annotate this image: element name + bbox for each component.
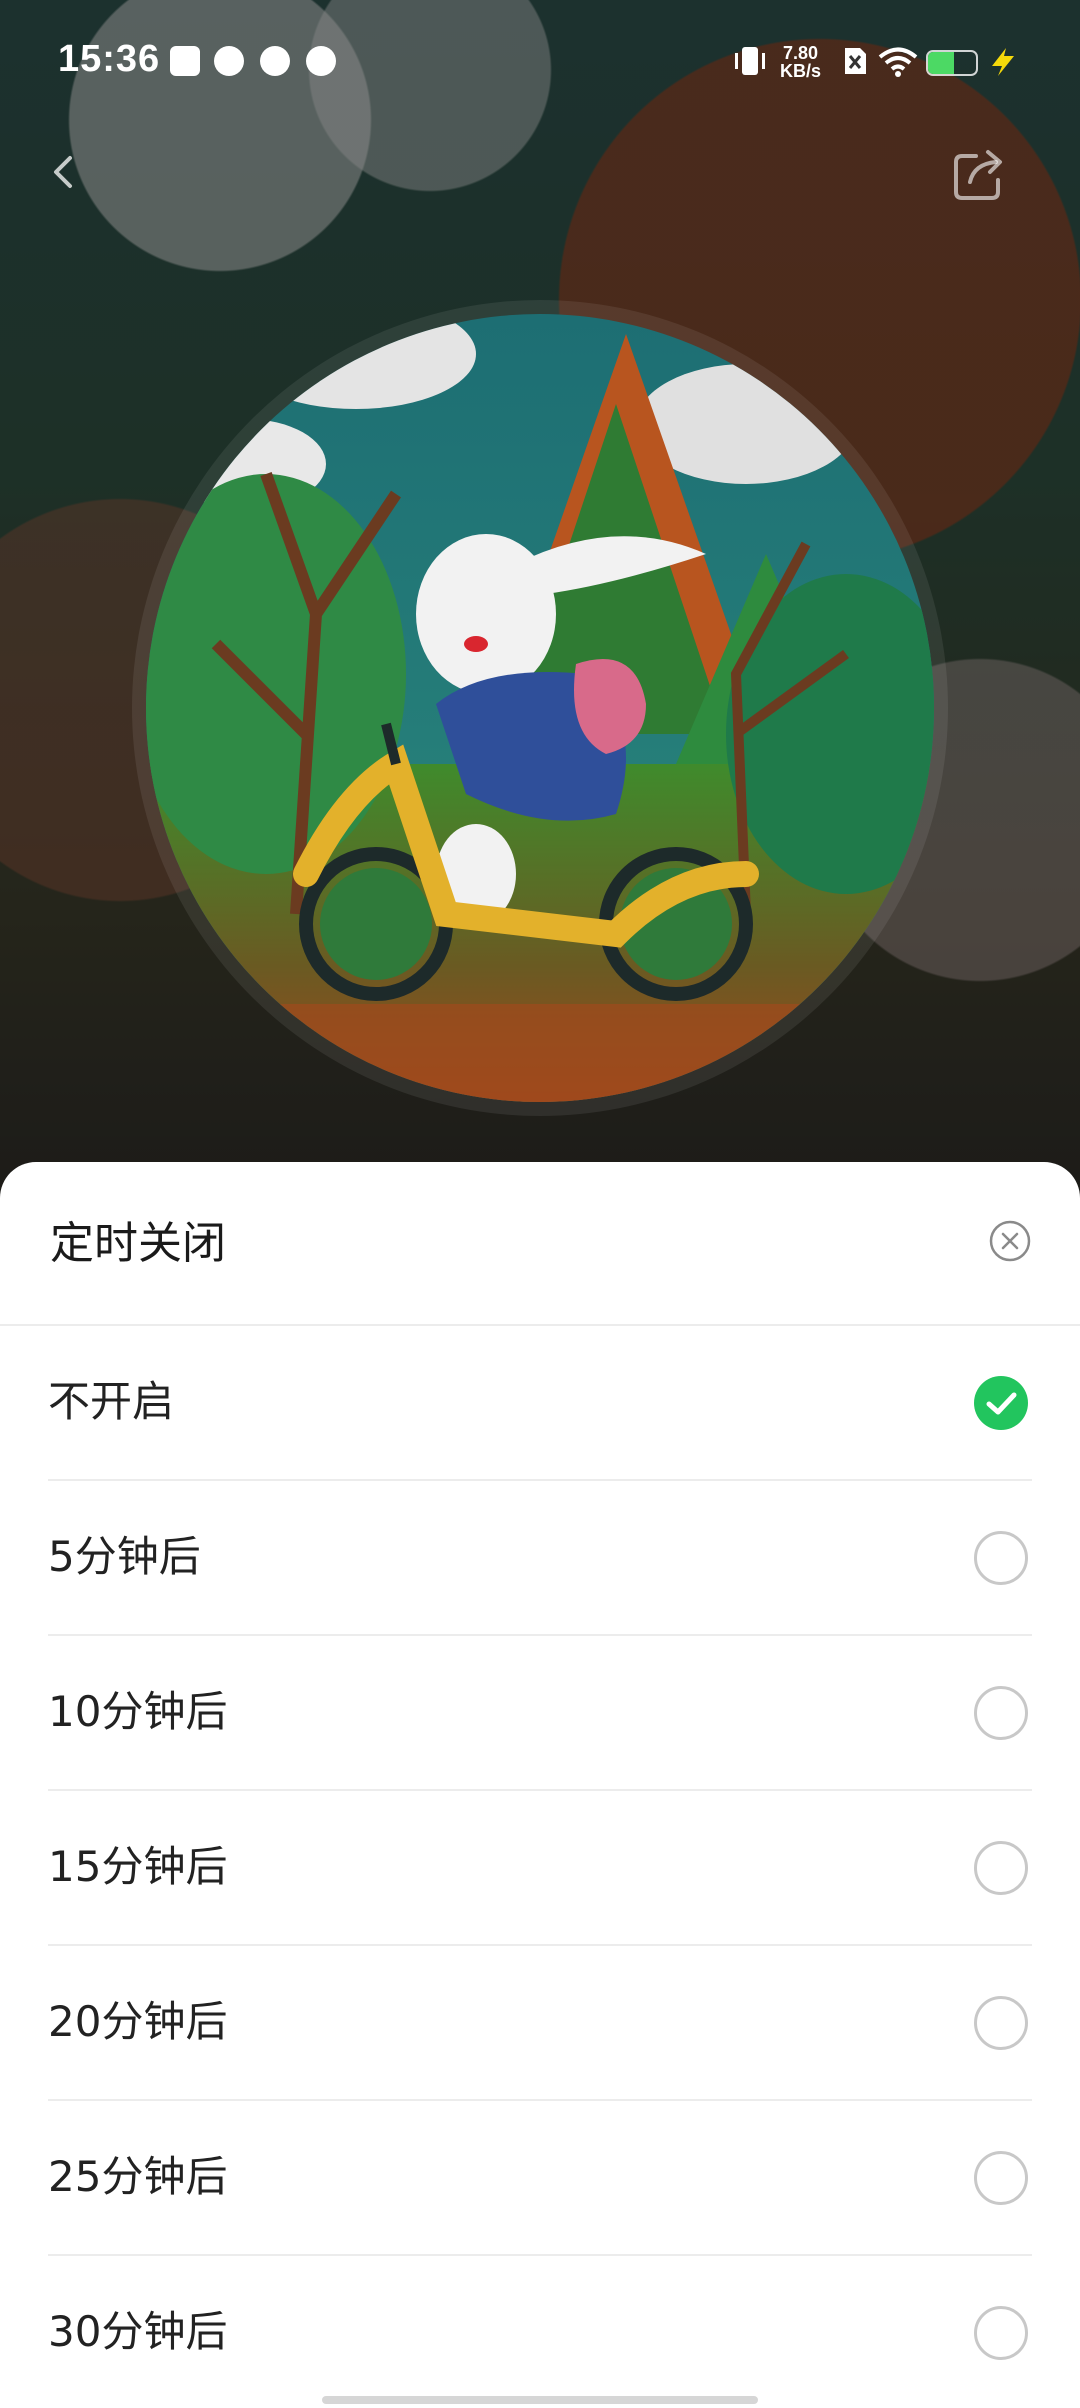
share-icon: [954, 150, 1002, 200]
status-time: 15:36: [58, 38, 161, 80]
sheet-header: 定时关闭: [0, 1162, 1080, 1326]
gallery-icon: [170, 46, 200, 76]
close-circle-icon: [989, 1220, 1031, 1262]
timer-option-label: 10分钟后: [48, 1687, 228, 1736]
chevron-left-icon: [54, 156, 72, 188]
net-speed: 7.80 KB/s: [780, 44, 821, 80]
player-screen: 15:36 7.80 KB/s 定时关闭 不开启 5分钟后 10分钟后 15分钟…: [0, 0, 1080, 2408]
timer-option[interactable]: 不开启: [48, 1326, 1032, 1481]
vibrate-icon: [735, 47, 765, 75]
music-disc-icon: [260, 46, 290, 76]
timer-option[interactable]: 15分钟后: [48, 1791, 1032, 1946]
battery-icon: [926, 50, 978, 76]
checkmark-icon: [986, 1392, 1017, 1415]
radio-button-checked[interactable]: [974, 1376, 1028, 1430]
timer-option-label: 5分钟后: [48, 1532, 201, 1581]
timer-option-label: 30分钟后: [48, 2307, 228, 2356]
timer-option-label: 25分钟后: [48, 2152, 228, 2201]
net-speed-value: 7.80: [782, 43, 819, 63]
timer-option-list: 不开启 5分钟后 10分钟后 15分钟后 20分钟后 25分钟后 30分钟后: [0, 1326, 1080, 2408]
album-art-illustration: [146, 314, 934, 1102]
timer-option[interactable]: 5分钟后: [48, 1481, 1032, 1636]
timer-option-label: 不开启: [48, 1377, 175, 1426]
charging-icon: [992, 48, 1014, 76]
timer-option-label: 15分钟后: [48, 1842, 228, 1891]
net-speed-unit: KB/s: [780, 61, 822, 81]
radio-button[interactable]: [974, 1686, 1028, 1740]
sheet-title: 定时关闭: [50, 1218, 226, 1269]
album-art: [146, 314, 934, 1102]
close-button[interactable]: [988, 1219, 1032, 1263]
radio-button[interactable]: [974, 2306, 1028, 2360]
radio-button[interactable]: [974, 1531, 1028, 1585]
timer-option[interactable]: 10分钟后: [48, 1636, 1032, 1791]
home-indicator: [322, 2396, 758, 2404]
timer-option[interactable]: 25分钟后: [48, 2101, 1032, 2256]
share-button[interactable]: [948, 142, 1012, 206]
sleep-timer-sheet: 定时关闭 不开启 5分钟后 10分钟后 15分钟后 20分钟后 25分钟后 30…: [0, 1162, 1080, 2408]
sim-off-icon: [845, 48, 866, 74]
timer-option[interactable]: 30分钟后: [48, 2256, 1032, 2408]
battery-level-fill: [928, 52, 955, 74]
status-bar: 15:36 7.80 KB/s: [0, 0, 1080, 120]
wifi-icon: [878, 47, 918, 77]
radio-button[interactable]: [974, 1841, 1028, 1895]
timer-option[interactable]: 20分钟后: [48, 1946, 1032, 2101]
planet-icon: [306, 46, 336, 76]
radio-button[interactable]: [974, 2151, 1028, 2205]
timer-option-label: 20分钟后: [48, 1997, 228, 2046]
back-button[interactable]: [40, 140, 88, 204]
radio-button[interactable]: [974, 1996, 1028, 2050]
wechat-icon: [214, 46, 244, 76]
